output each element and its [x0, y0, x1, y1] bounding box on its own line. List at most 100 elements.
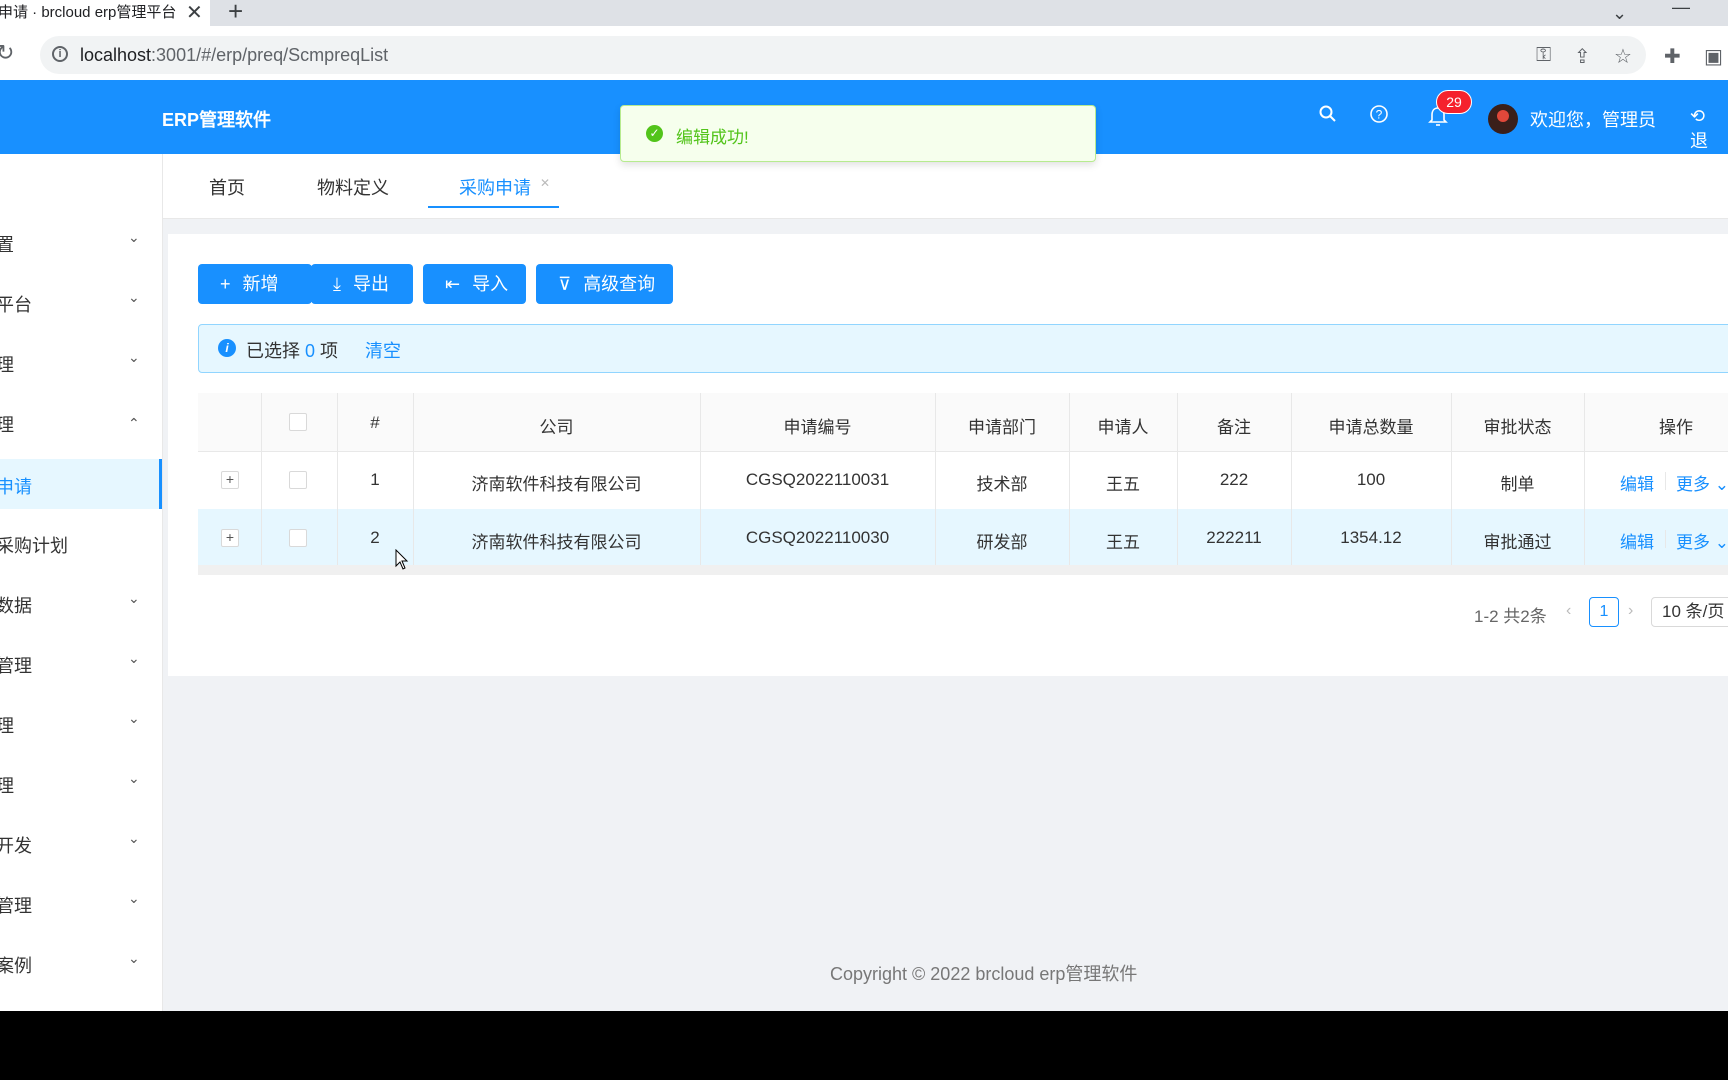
- close-tab-icon[interactable]: ✕: [186, 0, 203, 26]
- chevron-down-icon: ⌄: [128, 590, 140, 606]
- sidebar-item-label: 采购计划: [0, 536, 68, 556]
- column-header-department[interactable]: 申请部门: [935, 413, 1069, 438]
- import-icon: ⇤: [445, 274, 461, 294]
- page-1-button[interactable]: 1: [1589, 597, 1619, 627]
- site-info-icon[interactable]: i: [52, 46, 68, 62]
- advanced-query-button[interactable]: ⊽ 高级查询: [536, 264, 673, 304]
- import-button[interactable]: ⇤ 导入: [423, 264, 526, 304]
- tab-purchase-request[interactable]: 采购申请: [459, 174, 531, 200]
- cell-request-no: CGSQ2022110031: [745, 470, 890, 489]
- column-header-total-qty[interactable]: 申请总数量: [1291, 413, 1451, 438]
- column-header-remark[interactable]: 备注: [1177, 413, 1291, 438]
- cell-company: 济南软件科技有限公司: [471, 475, 642, 494]
- tab-home[interactable]: 首页: [209, 174, 245, 200]
- cell-index: 1: [370, 470, 380, 489]
- sidebar-item-label: 管理: [0, 656, 32, 676]
- column-divider: [1584, 393, 1585, 565]
- star-icon[interactable]: ☆: [1614, 44, 1632, 69]
- sidebar-item-12[interactable]: 管理 ⌄: [0, 874, 162, 934]
- sidebar-item-13[interactable]: 案例 ⌄: [0, 934, 162, 994]
- sidebar-item-label: 数据: [0, 596, 32, 616]
- more-dropdown[interactable]: 更多 ⌄: [1676, 528, 1728, 553]
- search-icon[interactable]: [1318, 104, 1338, 130]
- cell-total-qty: 1354.12: [1340, 528, 1402, 547]
- cell-total-qty: 100: [1356, 470, 1386, 489]
- share-icon[interactable]: ⇪: [1574, 44, 1591, 69]
- avatar[interactable]: [1488, 104, 1518, 134]
- selection-text: 已选择 0 项: [246, 337, 338, 363]
- column-header-company[interactable]: 公司: [413, 413, 700, 438]
- cell-department: 技术部: [976, 475, 1028, 494]
- expand-row-icon[interactable]: +: [221, 529, 239, 547]
- screen-bottom-bar: [0, 1011, 1728, 1080]
- column-header-applicant[interactable]: 申请人: [1069, 413, 1177, 438]
- sidebar-item-label: 理: [0, 776, 14, 796]
- active-tab-indicator: [428, 206, 559, 208]
- cell-remark: 222211: [1206, 528, 1262, 547]
- action-divider: [1665, 472, 1666, 490]
- chevron-down-icon[interactable]: ⌄: [1612, 2, 1627, 24]
- browser-tab[interactable]: 申请 · brcloud erp管理平台 ✕: [0, 0, 210, 26]
- more-label: 更多: [1676, 475, 1710, 494]
- reload-icon[interactable]: ↻: [0, 40, 14, 66]
- sidebar-item-3[interactable]: 理 ⌄: [0, 333, 162, 393]
- sidebar-item-2[interactable]: 平台 ⌄: [0, 273, 162, 333]
- column-divider: [413, 393, 414, 565]
- tab-material-definition[interactable]: 物料定义: [317, 174, 389, 200]
- prev-page-icon[interactable]: ‹: [1566, 602, 1571, 620]
- url-path: :3001/#/erp/preq/ScmpreqList: [151, 45, 389, 65]
- sidebar-item-8[interactable]: 管理 ⌄: [0, 634, 162, 694]
- side-panel-icon[interactable]: ▣: [1704, 44, 1723, 69]
- mouse-cursor-icon: [395, 548, 409, 576]
- select-all-checkbox[interactable]: [289, 413, 307, 431]
- row-checkbox[interactable]: [289, 471, 307, 489]
- export-button[interactable]: ⤓ 导出: [311, 264, 413, 304]
- sidebar-item-9[interactable]: 理 ⌄: [0, 694, 162, 754]
- page-size-select[interactable]: 10 条/页: [1651, 597, 1728, 627]
- sidebar-item-7[interactable]: 数据 ⌄: [0, 574, 162, 634]
- next-page-icon[interactable]: ›: [1628, 602, 1633, 620]
- edit-link[interactable]: 编辑: [1620, 470, 1654, 495]
- sidebar-item-10[interactable]: 理 ⌄: [0, 754, 162, 814]
- cell-request-no: CGSQ2022110030: [745, 528, 890, 547]
- cell-status: 审批通过: [1483, 533, 1552, 552]
- cell-remark: 222: [1219, 470, 1249, 489]
- sidebar-item-4[interactable]: 理 ⌃: [0, 393, 162, 453]
- row-checkbox[interactable]: [289, 529, 307, 547]
- chevron-down-icon: ⌄: [128, 710, 140, 726]
- minimize-icon[interactable]: —: [1672, 0, 1690, 18]
- column-divider: [1291, 393, 1292, 565]
- clear-selection-link[interactable]: 清空: [365, 337, 401, 363]
- plus-icon: +: [220, 274, 231, 294]
- more-dropdown[interactable]: 更多 ⌄: [1676, 470, 1728, 495]
- sidebar-item-label: 理: [0, 716, 14, 736]
- add-button-label: 新增: [242, 274, 279, 294]
- column-header-request-no[interactable]: 申请编号: [700, 413, 935, 438]
- expand-row-icon[interactable]: +: [221, 471, 239, 489]
- column-divider: [935, 393, 936, 565]
- logout-button[interactable]: ⟲ 退: [1690, 106, 1728, 153]
- extensions-icon[interactable]: ✚: [1664, 44, 1681, 69]
- welcome-text[interactable]: 欢迎您，管理员: [1530, 106, 1656, 132]
- new-tab-button[interactable]: +: [228, 0, 243, 24]
- sidebar-item-11[interactable]: 开发 ⌄: [0, 814, 162, 874]
- sidebar-item-purchase-request[interactable]: 申请: [0, 459, 162, 509]
- help-icon[interactable]: ?: [1369, 104, 1389, 130]
- sidebar-item-1[interactable]: 置 ⌄: [0, 213, 162, 273]
- sidebar-item-purchase-plan[interactable]: 采购计划: [0, 514, 162, 574]
- column-divider: [1069, 393, 1070, 565]
- sidebar-item-label: 置: [0, 235, 14, 255]
- edit-link[interactable]: 编辑: [1620, 528, 1654, 553]
- column-header-approval-status[interactable]: 审批状态: [1451, 413, 1584, 438]
- chevron-down-icon: ⌄: [128, 349, 140, 365]
- cell-department: 研发部: [976, 533, 1028, 552]
- add-button[interactable]: + 新增: [198, 264, 312, 304]
- key-icon[interactable]: ⚿: [1536, 44, 1551, 67]
- table-horizontal-scrollbar[interactable]: [198, 565, 1728, 575]
- column-divider: [700, 393, 701, 565]
- column-divider: [337, 393, 338, 565]
- filter-icon: ⊽: [558, 274, 572, 294]
- close-icon[interactable]: ✕: [540, 176, 550, 190]
- url-text[interactable]: localhost:3001/#/erp/preq/ScmpreqList: [80, 45, 388, 66]
- chevron-down-icon: ⌄: [128, 770, 140, 786]
